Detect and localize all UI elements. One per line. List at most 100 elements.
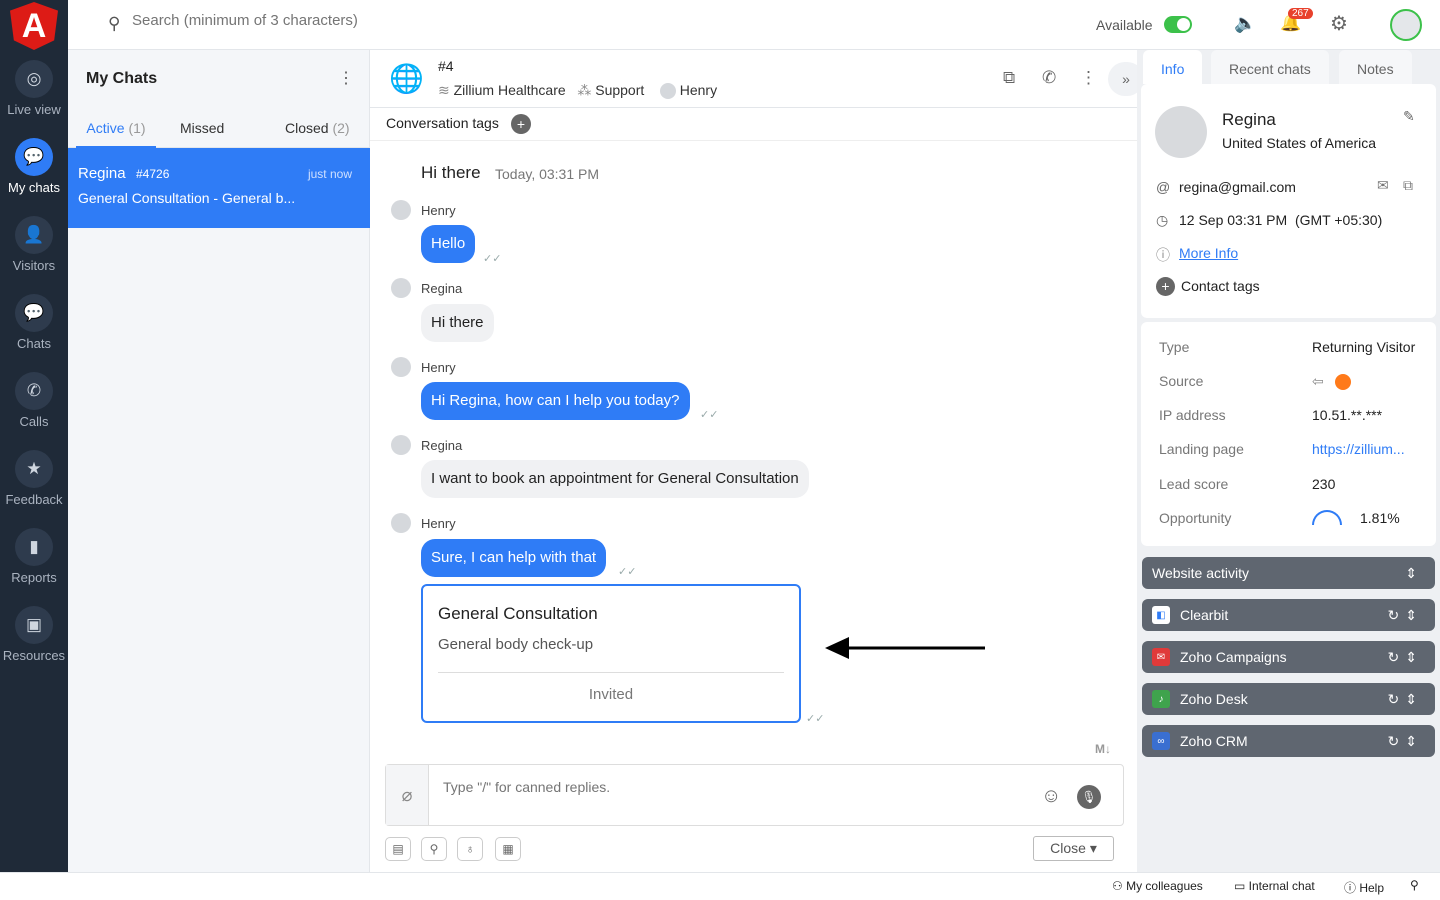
tab-count: (2) [332, 120, 350, 136]
screen-share-icon[interactable]: ⧉ [1003, 68, 1015, 88]
nav-feedback[interactable]: ★ Feedback [0, 450, 68, 507]
campaigns-icon: ✉ [1152, 648, 1170, 666]
visitor-local-time: 12 Sep 03:31 PM (GMT +05:30) [1179, 212, 1383, 228]
bottom-bar: ⚇ My colleagues ▭ Internal chat ⓘ Help ⚲ [0, 872, 1440, 900]
mail-icon[interactable]: ✉ [1377, 177, 1389, 194]
visitor-name: Regina [78, 165, 126, 182]
availability-toggle[interactable] [1164, 16, 1192, 33]
detail-value: 10.51.**.*** [1312, 407, 1383, 423]
website-activity-bar[interactable]: Website activity ⇕ [1142, 557, 1435, 589]
article-icon[interactable]: ▤ [385, 837, 411, 861]
add-tag-button[interactable]: + [511, 114, 531, 134]
message-bubble: Hi Regina, how can I help you today? [421, 382, 690, 420]
source-icons: ⇦ [1312, 373, 1352, 391]
attachment-icon[interactable]: ⌀ [386, 765, 429, 825]
nav-my-chats[interactable]: 💬 My chats [0, 138, 68, 195]
nav-label: Visitors [12, 258, 56, 273]
detail-value: 230 [1312, 476, 1336, 492]
my-colleagues-button[interactable]: ⚇ My colleagues [1112, 879, 1203, 893]
nav-label: Resources [2, 648, 66, 663]
nav-reports[interactable]: ▮ Reports [0, 528, 68, 585]
nav-label: Reports [11, 570, 57, 585]
nav-calls[interactable]: ✆ Calls [0, 372, 68, 429]
help-button[interactable]: ⓘ Help [1344, 879, 1384, 896]
read-ticks-icon: ✓✓ [806, 713, 825, 725]
chat-icon: 💬 [15, 138, 53, 176]
avatar[interactable] [1390, 9, 1422, 41]
nav-visitors[interactable]: 👤 Visitors [0, 216, 68, 273]
chat-id: #4 [438, 58, 454, 74]
detail-row: Opportunity 1.81% [1159, 510, 1426, 526]
refresh-icon[interactable]: ↻⇕ [1388, 691, 1423, 708]
sender-name: Henry [421, 515, 456, 531]
nav-resources[interactable]: ▣ Resources [0, 606, 68, 663]
tab-recent-chats[interactable]: Recent chats [1211, 50, 1329, 84]
gear-icon[interactable]: ⚙ [1330, 11, 1348, 36]
chat-greeting: Hi there [421, 163, 481, 182]
integration-label: Zoho Campaigns [1180, 649, 1287, 665]
nav-live-view[interactable]: ◎ Live view [0, 60, 68, 117]
tab-notes[interactable]: Notes [1339, 50, 1412, 84]
nav-label: Chats [17, 336, 51, 351]
emoji-icon[interactable]: ☺ [1041, 785, 1061, 808]
integration-zoho-crm[interactable]: ∞ Zoho CRM ↻⇕ [1142, 725, 1435, 757]
integration-zoho-desk[interactable]: ♪ Zoho Desk ↻⇕ [1142, 683, 1435, 715]
more-icon[interactable]: ⋮ [338, 68, 354, 88]
detail-row: Lead score 230 [1159, 476, 1426, 492]
contact-tags-label: Contact tags [1181, 278, 1260, 294]
calendar-icon[interactable]: ▦ [495, 837, 521, 861]
bottom-label: My colleagues [1126, 879, 1203, 893]
tab-info[interactable]: Info [1143, 50, 1203, 84]
clearbit-icon: ◧ [1152, 606, 1170, 624]
tab-active[interactable]: Active (1) [76, 108, 156, 148]
integration-label: Zoho CRM [1180, 733, 1248, 749]
tab-closed[interactable]: Closed (2) [285, 108, 350, 148]
copy-icon[interactable]: ⧉ [1403, 177, 1413, 194]
integration-zoho-campaigns[interactable]: ✉ Zoho Campaigns ↻⇕ [1142, 641, 1435, 673]
refresh-icon[interactable]: ↻⇕ [1388, 649, 1423, 666]
refresh-icon[interactable]: ↻⇕ [1388, 607, 1423, 624]
nav-chats[interactable]: 💬 Chats [0, 294, 68, 351]
company: ≋ Zillium Healthcare ⁂ Support Henry [438, 82, 718, 100]
list-item[interactable]: Regina #4726 just now General Consultati… [68, 148, 370, 228]
message-bubble: I want to book an appointment for Genera… [421, 460, 809, 498]
microphone-icon[interactable]: 🎙 [1077, 785, 1101, 809]
phone-icon[interactable]: ✆ [1042, 68, 1056, 88]
card-title: General Consultation [438, 604, 598, 623]
message-input[interactable] [443, 779, 1023, 795]
detail-key: Landing page [1159, 441, 1244, 457]
more-icon[interactable]: ⋮ [1080, 68, 1097, 88]
message-bubble: Hi there [421, 304, 494, 342]
add-contact-tag-button[interactable]: + [1156, 277, 1175, 296]
sort-icon[interactable]: ⇕ [1405, 565, 1423, 582]
close-chat-button[interactable]: Close ▾ [1033, 836, 1114, 861]
bottom-label: Help [1359, 881, 1385, 895]
tab-missed[interactable]: Missed [180, 108, 224, 148]
integration-label: Clearbit [1180, 607, 1229, 623]
desk-icon: ♪ [1152, 690, 1170, 708]
chat-id: #4726 [136, 167, 170, 181]
bulb-icon[interactable]: ♁ [457, 837, 483, 861]
markdown-icon[interactable]: M↓ [1095, 742, 1111, 756]
sender-name: Regina [421, 437, 463, 453]
landing-page-link[interactable]: https://zillium... [1312, 441, 1405, 457]
star-icon: ★ [15, 450, 53, 488]
bar-chart-icon: ▮ [15, 528, 53, 566]
user-icon: 👤 [15, 216, 53, 254]
search-icon: ⚲ [108, 14, 121, 33]
speaker-icon[interactable]: 🔈 [1234, 13, 1256, 34]
detail-row: IP address 10.51.**.*** [1159, 407, 1426, 423]
invite-card[interactable]: General Consultation General body check-… [421, 584, 801, 723]
chat-panel: 🌐 #4 ≋ Zillium Healthcare ⁂ Support Henr… [370, 50, 1144, 872]
refresh-icon[interactable]: ↻⇕ [1388, 733, 1423, 750]
internal-chat-button[interactable]: ▭ Internal chat [1234, 879, 1315, 893]
card-subtitle: General body check-up [438, 636, 594, 653]
integration-clearbit[interactable]: ◧ Clearbit ↻⇕ [1142, 599, 1435, 631]
search-reply-icon[interactable]: ⚲ [421, 837, 447, 861]
search-icon[interactable]: ⚲ [1410, 878, 1419, 892]
edit-icon[interactable]: ✎ [1403, 108, 1415, 125]
message-composer: ⌀ ☺ 🎙 [385, 764, 1124, 826]
search-input[interactable] [132, 12, 532, 29]
more-info-link[interactable]: More Info [1179, 245, 1238, 261]
app-logo: A [10, 2, 58, 50]
